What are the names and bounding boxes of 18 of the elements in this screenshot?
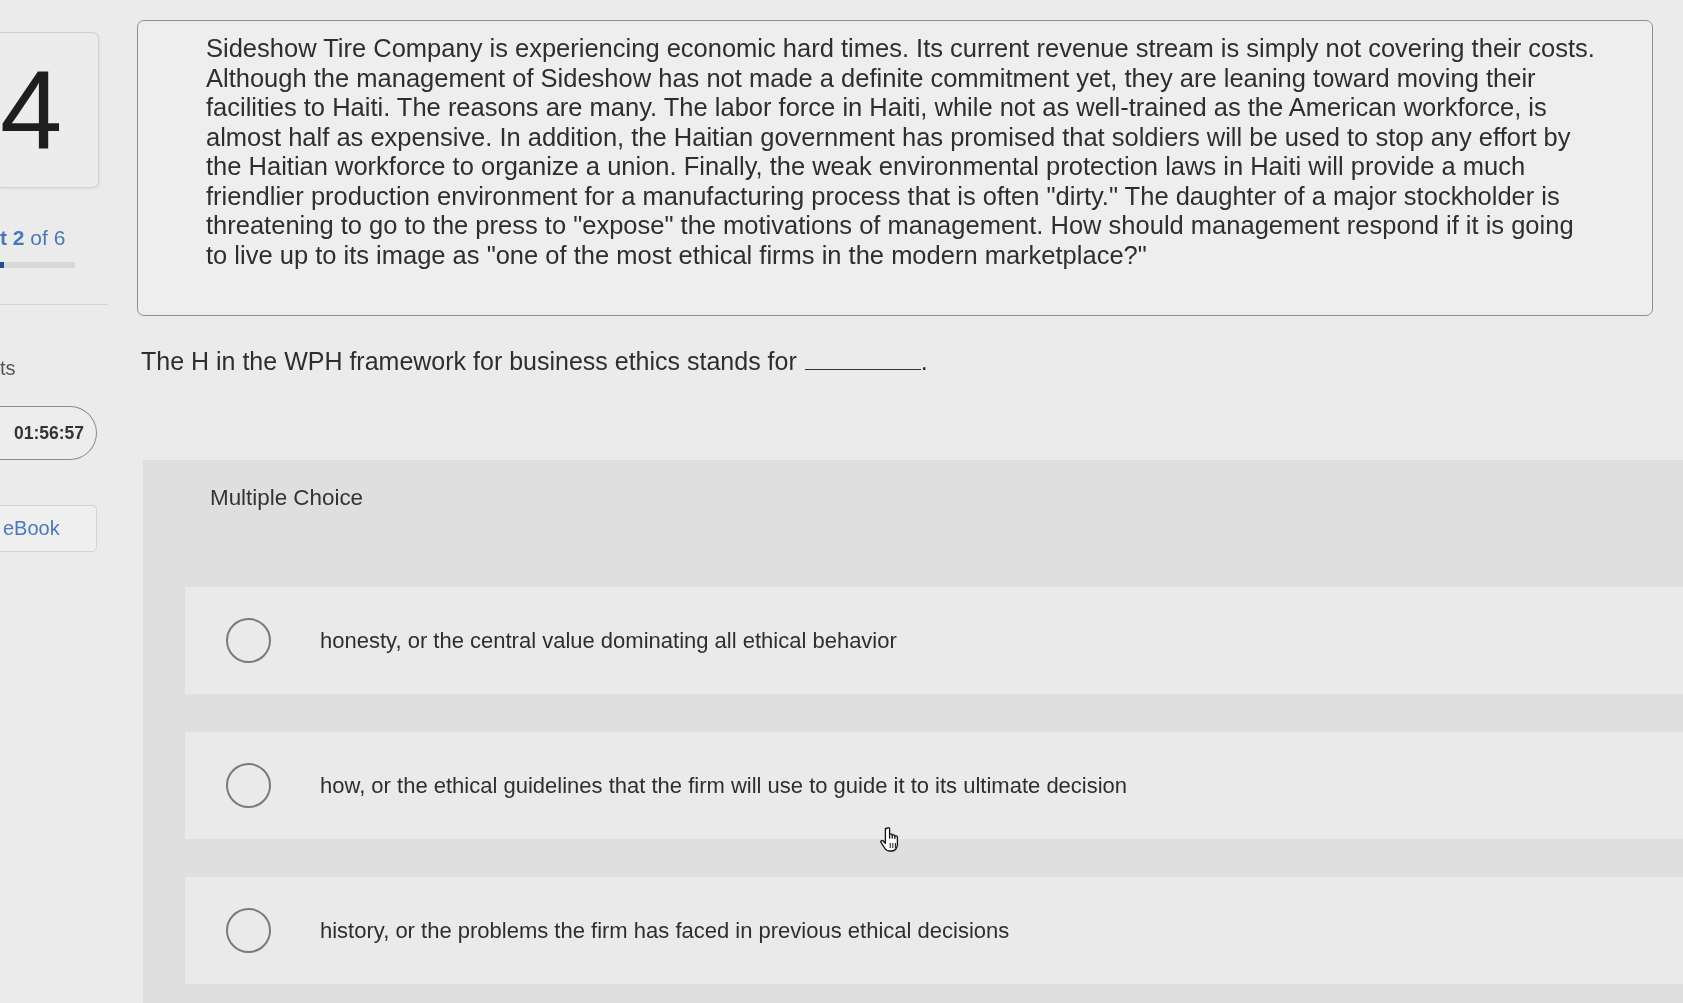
ebook-button[interactable]: eBook — [0, 505, 97, 552]
answer-text: how, or the ethical guidelines that the firm will use to guide it to its ultimate decision — [320, 772, 1128, 799]
answer-option-card[interactable]: history, or the problems the firm has faced in previous ethical decisions — [185, 877, 1683, 984]
timer-button[interactable]: 01:56:57 — [0, 406, 97, 460]
answer-option-card[interactable]: how, or the ethical guidelines that the firm will use to guide it to its ultimate decision — [185, 732, 1683, 839]
answer-text: honesty, or the central value dominating all ethical behavior — [320, 627, 897, 654]
question-period: . — [920, 346, 928, 377]
answer-option-card[interactable]: honesty, or the central value dominating all ethical behavior — [185, 587, 1683, 694]
passage-text: Sideshow Tire Company is experiencing economic hard times. Its current revenue stream is simply not covering their costs. Although the management of Sideshow has not made a definite commitment yet, they are leaning toward moving their facilities to Haiti. The reasons are many. The labor force in Haiti, while not as well-trained as the American workforce, is almost half as expensive. In addition, the Haitian government has promised that soldiers will be used to stop any effort by the Haitian workforce to organize a union. Finally, the weak environmental protection laws in Haiti will provide a much friendlier production environment for a manufacturing process that is often "dirty." The daughter of a major stockholder is threatening to go to the press to "expose" the motivations of management. How should management respond if it is going to live up to its image as "one of the most ethical firms in the modern marketplace?" — [206, 34, 1596, 270]
radio-button[interactable] — [226, 763, 271, 808]
part-label: t 2 of 6 — [0, 226, 66, 249]
question-number: 4 — [0, 54, 63, 166]
question-text: The H in the WPH framework for business ethics stands for — [141, 346, 797, 377]
multiple-choice-heading: Multiple Choice — [210, 486, 364, 510]
radio-button[interactable] — [226, 618, 271, 663]
points-label: ts — [0, 357, 16, 380]
answer-text: history, or the problems the firm has faced in previous ethical decisions — [320, 917, 1010, 944]
radio-button[interactable] — [226, 908, 271, 953]
